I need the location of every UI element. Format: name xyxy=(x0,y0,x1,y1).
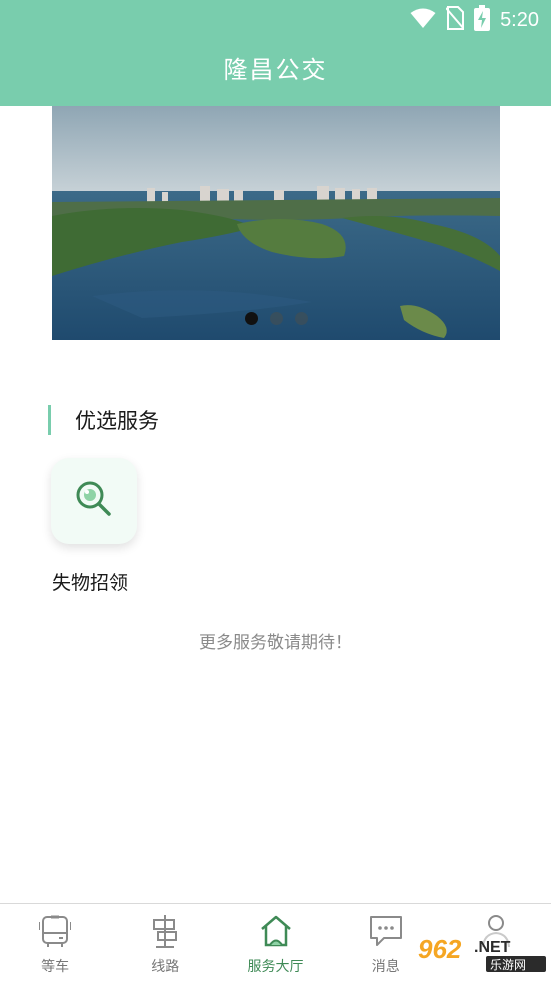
banner-image xyxy=(52,106,500,340)
app-header: 5:20 隆昌公交 xyxy=(0,0,551,106)
carousel-indicator xyxy=(52,312,500,325)
status-time: 5:20 xyxy=(500,8,539,31)
banner-carousel[interactable] xyxy=(52,106,500,340)
home-icon xyxy=(259,914,293,952)
service-tile[interactable] xyxy=(51,458,137,544)
service-label: 失物招领 xyxy=(52,572,129,594)
watermark-logo: 962 .NET 乐游网 xyxy=(412,930,551,976)
bus-icon xyxy=(38,914,73,952)
carousel-dot[interactable] xyxy=(294,312,308,325)
nav-label: 线路 xyxy=(151,959,180,975)
page-title: 隆昌公交 xyxy=(223,56,328,84)
status-bar: 5:20 xyxy=(0,0,551,40)
nav-item-wait-bus[interactable]: 等车 xyxy=(0,904,110,981)
message-icon xyxy=(368,914,404,952)
carousel-dot[interactable] xyxy=(269,312,283,325)
service-lost-and-found[interactable]: 失物招领 xyxy=(50,458,138,594)
nav-label: 消息 xyxy=(371,959,400,975)
app-screen: 5:20 隆昌公交 优选服务 失物招领 更多服务敬请期待！ 等车 线路 服务大厅… xyxy=(0,0,551,981)
wifi-icon xyxy=(410,7,436,33)
nav-label: 等车 xyxy=(41,959,70,975)
svg-text:962: 962 xyxy=(418,934,462,964)
no-sim-icon xyxy=(445,6,465,34)
nav-item-service-hall[interactable]: 服务大厅 xyxy=(220,904,330,981)
route-sign-icon xyxy=(150,914,180,952)
svg-text:乐游网: 乐游网 xyxy=(490,958,526,972)
search-icon xyxy=(73,478,115,524)
nav-label: 服务大厅 xyxy=(247,959,304,975)
section-accent-bar xyxy=(48,405,51,435)
battery-charging-icon xyxy=(474,5,491,35)
status-icons: 5:20 xyxy=(410,5,539,35)
nav-item-routes[interactable]: 线路 xyxy=(110,904,220,981)
carousel-dot[interactable] xyxy=(244,312,258,325)
more-services-hint: 更多服务敬请期待！ xyxy=(199,633,352,653)
svg-text:.NET: .NET xyxy=(474,939,511,956)
section-title: 优选服务 xyxy=(75,409,159,433)
section-header: 优选服务 xyxy=(48,405,159,435)
